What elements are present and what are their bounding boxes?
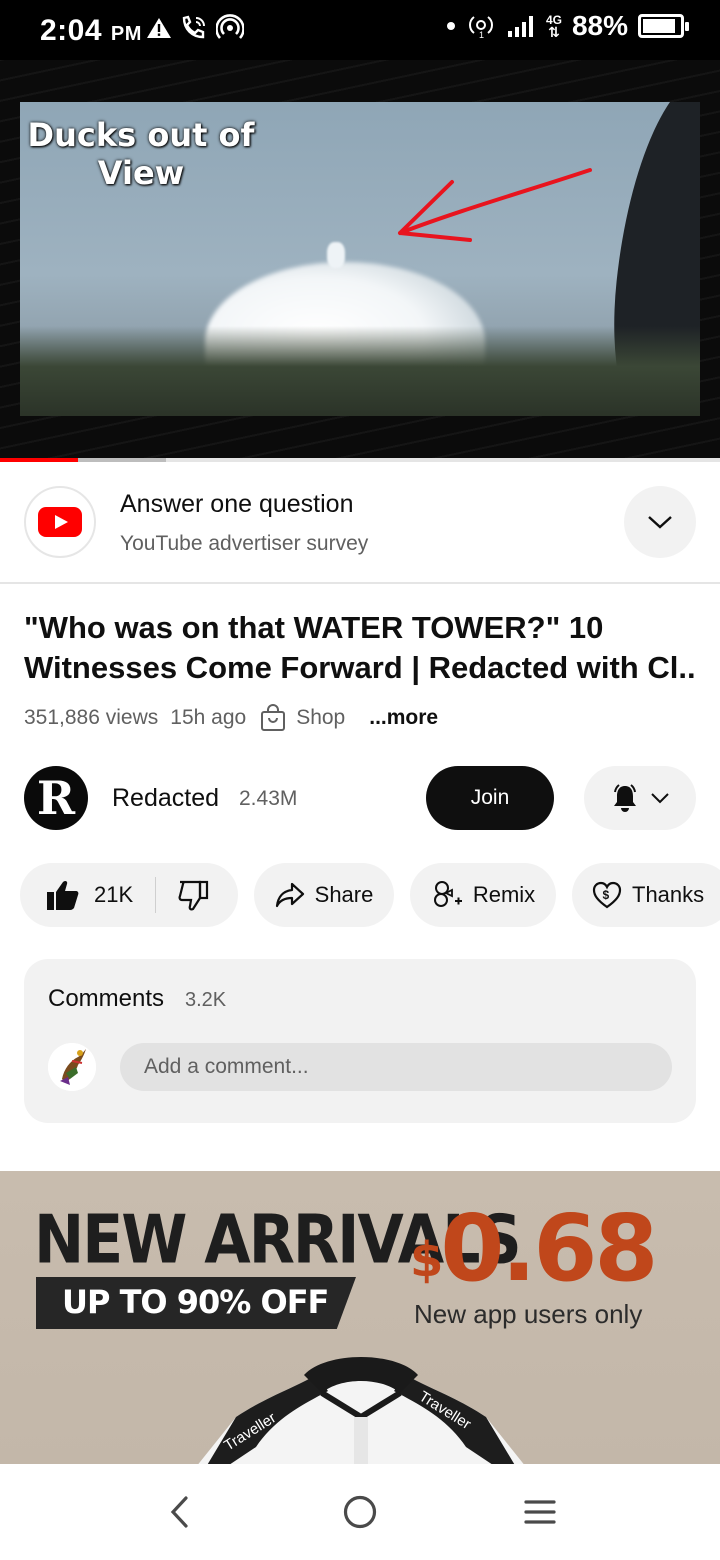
- recents-icon: [524, 1500, 556, 1524]
- wifi-hotspot-signal-icon: 1: [468, 16, 493, 40]
- svg-text:1: 1: [479, 30, 484, 40]
- like-count: 21K: [94, 882, 134, 907]
- like-button[interactable]: 21K: [46, 879, 133, 911]
- shop-link[interactable]: Shop: [260, 704, 357, 732]
- heart-dollar-icon: $: [592, 881, 622, 909]
- shirt-image: Traveller Traveller: [198, 1357, 524, 1464]
- ad-banner[interactable]: NEW ARRIVALS UP TO 90% OFF $0.68 New app…: [0, 1171, 720, 1464]
- like-divider: [155, 877, 157, 913]
- home-button[interactable]: [336, 1488, 384, 1536]
- ad-price: $0.68: [410, 1195, 658, 1302]
- like-dislike-group: 21K: [20, 863, 238, 927]
- action-bar: 21K Share Remix $ Thanks: [20, 863, 720, 927]
- comments-panel[interactable]: Comments 3.2K Add a comment...: [24, 959, 696, 1123]
- subscriber-count: 2.43M: [239, 787, 298, 810]
- shop-label: Shop: [296, 706, 346, 729]
- svg-text:$: $: [603, 888, 610, 902]
- share-icon: [275, 882, 304, 908]
- add-comment-input[interactable]: Add a comment...: [120, 1043, 672, 1091]
- ad-price-currency: $: [410, 1232, 443, 1288]
- more-link[interactable]: ...more: [369, 706, 438, 730]
- status-bar: 2:04 PM 1 4G ⇅ 88%: [0, 0, 720, 60]
- thumbs-down-icon: [178, 880, 209, 911]
- back-icon: [170, 1496, 188, 1528]
- battery-percent: 88%: [571, 10, 628, 41]
- video-meta[interactable]: 351,886 views 15h ago Shop ...more: [24, 704, 450, 732]
- red-arrow-annotation: [398, 168, 592, 242]
- data-arrows-icon: ⇅: [548, 24, 560, 40]
- survey-subtitle: YouTube advertiser survey: [120, 532, 369, 555]
- warning-icon: [147, 18, 171, 38]
- share-label: Share: [314, 882, 374, 907]
- battery-icon: [638, 14, 689, 38]
- remix-icon: [433, 881, 462, 907]
- notification-bell-button[interactable]: [584, 766, 696, 830]
- ad-price-value: 0.68: [440, 1195, 658, 1302]
- home-icon: [343, 1495, 377, 1529]
- youtube-logo: [24, 486, 96, 558]
- bell-icon: [614, 784, 636, 812]
- thanks-button[interactable]: $ Thanks: [572, 863, 720, 927]
- user-avatar: [48, 1043, 96, 1091]
- shopping-bag-icon: [261, 704, 286, 731]
- view-count: 351,886 views: [24, 706, 159, 729]
- recents-button[interactable]: [516, 1488, 564, 1536]
- chevron-down-icon: [651, 793, 669, 804]
- channel-row: R Redacted 2.43M Join: [24, 766, 696, 832]
- user-avatar-image: [48, 1043, 96, 1091]
- channel-name[interactable]: Redacted: [112, 784, 219, 813]
- system-nav-bar: [0, 1464, 720, 1560]
- wifi-calling-icon: [182, 15, 205, 39]
- survey-title: Answer one question: [120, 490, 354, 518]
- signal-icon: [507, 16, 533, 37]
- chevron-down-icon: [648, 516, 672, 529]
- video-player[interactable]: Ducks out of View: [0, 60, 720, 458]
- back-button[interactable]: [156, 1488, 204, 1536]
- youtube-play-icon: [38, 507, 82, 537]
- status-right-icons: 1 4G ⇅ 88%: [446, 10, 689, 42]
- thumbs-up-icon: [47, 880, 79, 910]
- thanks-label: Thanks: [632, 882, 705, 907]
- survey-expand-button[interactable]: [624, 486, 696, 558]
- join-button[interactable]: Join: [426, 766, 554, 830]
- ad-price-note: New app users only: [414, 1299, 643, 1329]
- status-time-value: 2:04: [40, 14, 103, 47]
- video-title[interactable]: "Who was on that WATER TOWER?" 10 Witnes…: [24, 608, 704, 688]
- remix-label: Remix: [472, 882, 536, 907]
- advertiser-survey[interactable]: Answer one question YouTube advertiser s…: [0, 462, 720, 584]
- hotspot-icon: [216, 14, 244, 39]
- dot-icon: [446, 22, 455, 30]
- network-type: 4G ⇅: [546, 14, 562, 40]
- status-time-ampm: PM: [110, 23, 142, 45]
- status-time: 2:04 PM: [40, 14, 142, 48]
- dislike-button[interactable]: [178, 879, 210, 911]
- comments-heading: Comments: [48, 985, 165, 1012]
- remix-button[interactable]: Remix: [410, 863, 556, 927]
- comments-count: 3.2K: [185, 989, 227, 1011]
- share-button[interactable]: Share: [254, 863, 394, 927]
- status-left-icons: [146, 14, 244, 42]
- channel-avatar[interactable]: R: [24, 766, 88, 830]
- ad-band-text: UP TO 90% OFF: [62, 1283, 329, 1321]
- upload-age: 15h ago: [170, 706, 247, 729]
